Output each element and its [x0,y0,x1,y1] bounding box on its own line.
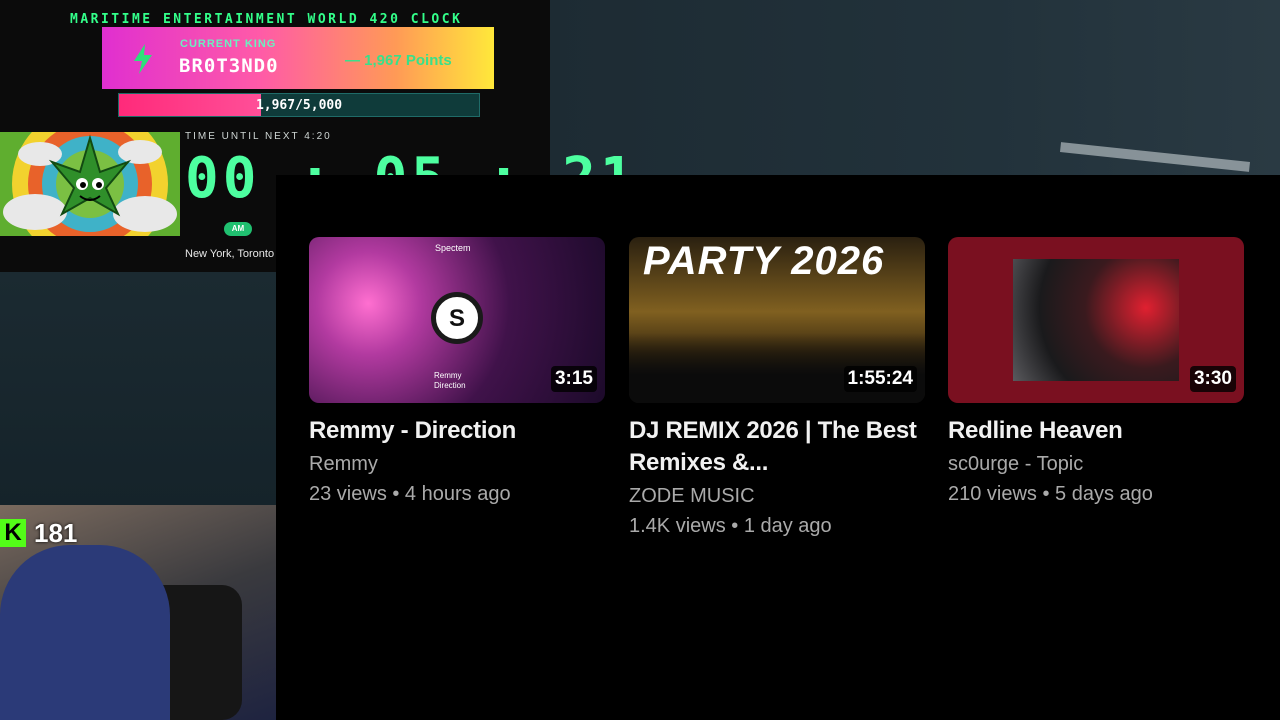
current-king-label: CURRENT KING [180,38,277,50]
video-duration: 3:30 [1189,366,1236,392]
video-title[interactable]: Redline Heaven [948,415,1244,447]
video-thumbnail[interactable]: 3:30 [948,237,1244,403]
thumbnail-caption: Remmy Direction [434,371,466,391]
background-scene-left [0,272,276,507]
thumbnail-caption-title: Remmy [434,371,462,380]
ampm-badge: AM [224,222,252,236]
thumbnail-caption-sub: Direction [434,381,466,390]
points-progress-bar: 1,967/5,000 [118,93,480,117]
cannabis-mascot-logo [0,132,180,236]
current-king-name: BR0T3ND0 [179,55,279,77]
background-scene-top [550,0,1280,176]
thumbnail-brand: Spectem [435,243,471,253]
webcam-person [0,545,170,720]
current-king-points: — 1,967 Points [345,52,452,69]
clock-header: MARITIME ENTERTAINMENT WORLD 420 CLOCK [70,12,463,27]
video-channel[interactable]: Remmy [309,449,605,479]
video-card-1[interactable]: Spectem S Remmy Direction 3:15 Remmy - D… [309,237,605,509]
video-thumbnail[interactable]: PARTY 2026 1:55:24 [629,237,925,403]
video-duration: 1:55:24 [843,366,917,392]
lightning-bolt-icon [134,44,152,74]
next-city-label: New York, Toronto [185,248,275,260]
video-channel[interactable]: sc0urge - Topic [948,449,1244,479]
viewer-count-badge: K 181 [0,517,77,549]
kick-logo-icon: K [0,519,26,547]
video-thumbnail[interactable]: Spectem S Remmy Direction 3:15 [309,237,605,403]
video-meta: 23 views • 4 hours ago [309,483,511,505]
video-meta: 210 views • 5 days ago [948,483,1153,505]
video-channel[interactable]: ZODE MUSIC [629,481,925,511]
video-title[interactable]: Remmy - Direction [309,415,605,447]
time-until-label: TIME UNTIL NEXT 4:20 [185,131,332,142]
video-meta: 1.4K views • 1 day ago [629,515,832,537]
video-card-3[interactable]: 3:30 Redline Heaven sc0urge - Topic 210 … [948,237,1244,509]
video-card-2[interactable]: PARTY 2026 1:55:24 DJ REMIX 2026 | The B… [629,237,925,541]
thumbnail-logo-icon: S [431,292,483,344]
viewer-count: 181 [34,517,78,548]
video-title[interactable]: DJ REMIX 2026 | The Best Remixes &... [629,415,925,479]
video-duration: 3:15 [550,366,597,392]
points-progress-text: 1,967/5,000 [255,98,343,113]
thumbnail-car-image [1013,259,1179,381]
thumbnail-party-text: PARTY 2026 [643,239,885,283]
